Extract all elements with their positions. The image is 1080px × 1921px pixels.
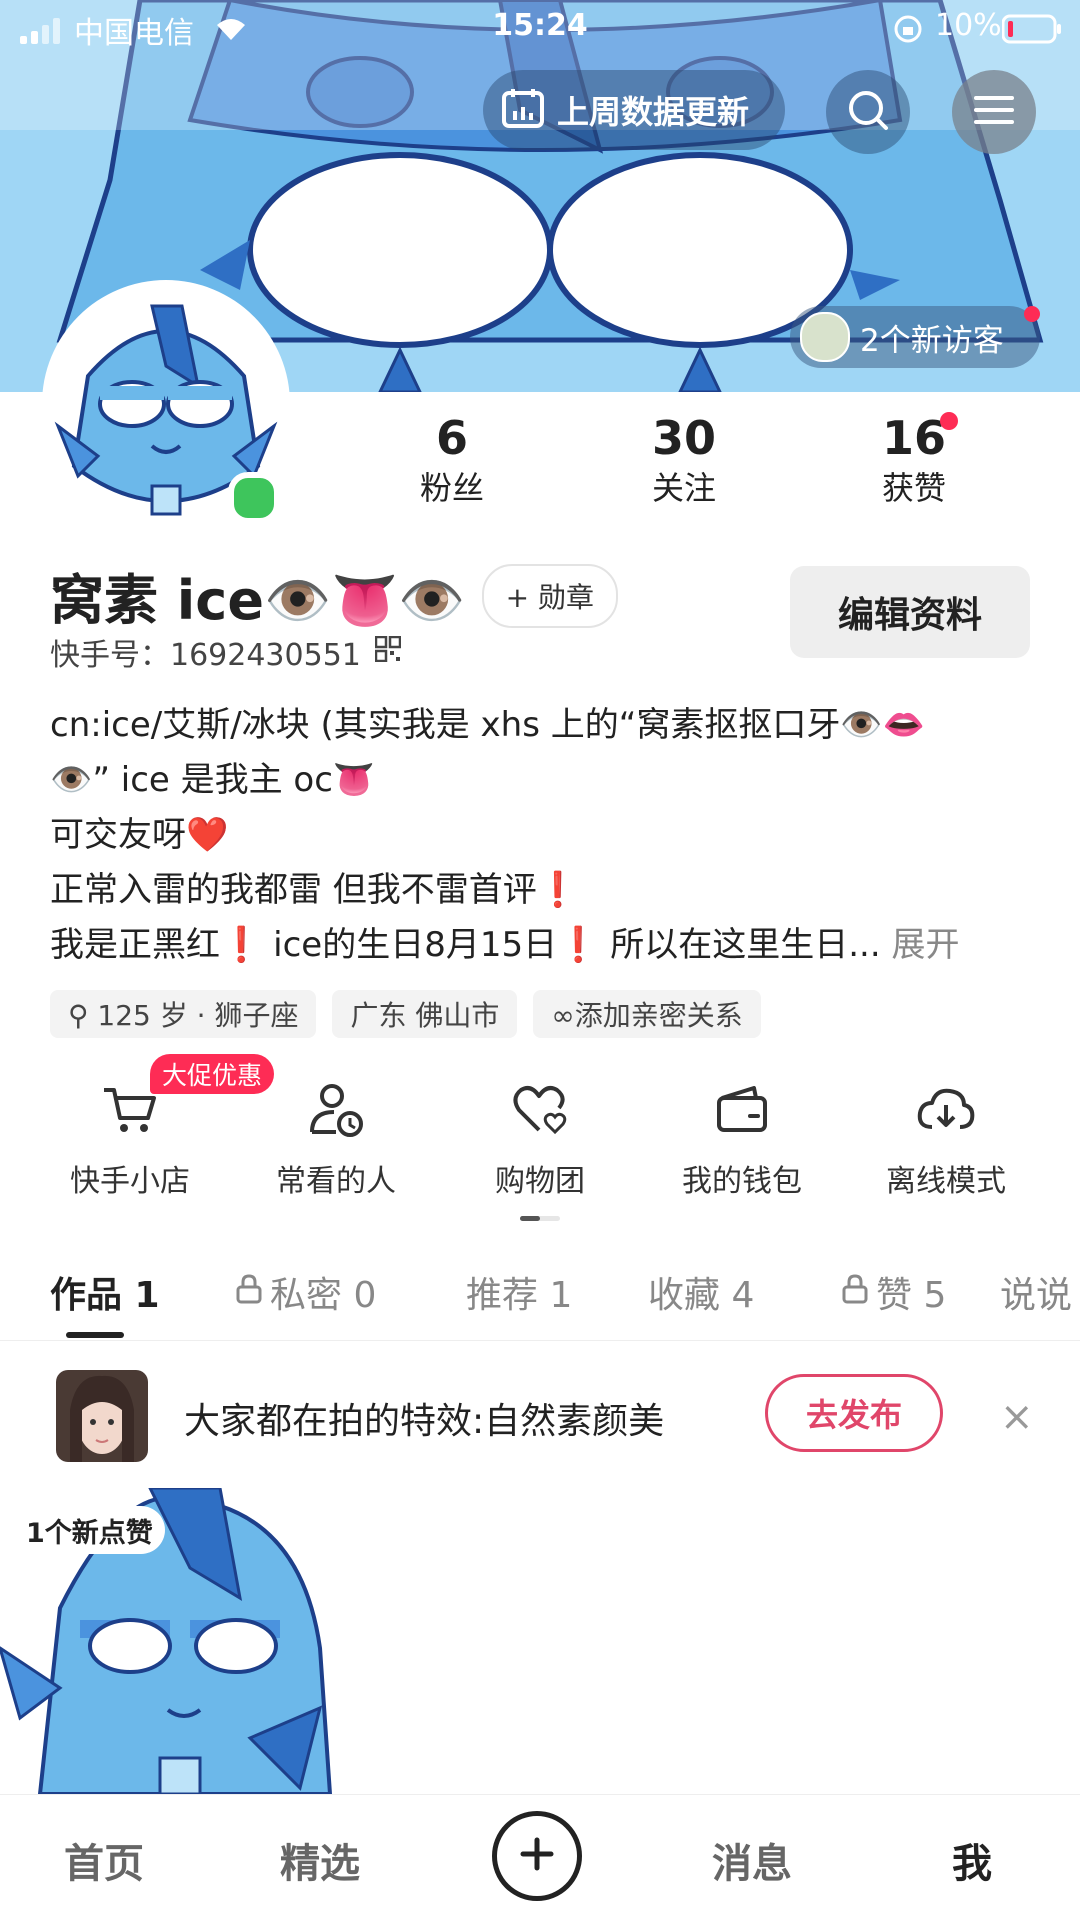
plus-icon: [517, 1834, 557, 1878]
bio[interactable]: cn:ice/艾斯/冰块 (其实我是 xhs 上的“窝素抠抠口牙👁️👄 👁️” …: [50, 698, 1040, 973]
visitor-avatar: [800, 312, 850, 362]
rotation-lock-icon: [893, 14, 923, 48]
close-banner-button[interactable]: ×: [1000, 1394, 1034, 1440]
nav-messages[interactable]: 消息: [712, 1831, 792, 1889]
bottom-navigation: 首页 精选 消息 我: [0, 1794, 1080, 1921]
publish-button[interactable]: 去发布: [765, 1374, 943, 1452]
lock-icon: [842, 1272, 868, 1313]
name-row: 窝素 ice👁️👅👁️ + 勋章: [50, 556, 619, 635]
qr-code-icon[interactable]: [374, 635, 402, 670]
kwai-id-row[interactable]: 快手号：1692430551: [50, 630, 402, 674]
calendar-icon: [501, 87, 545, 133]
edit-profile-button[interactable]: 编辑资料: [790, 566, 1030, 658]
new-visitors-button[interactable]: 2个新访客: [790, 306, 1040, 368]
hamburger-icon: [974, 94, 1014, 130]
weekly-data-label: 上周数据更新: [557, 93, 750, 131]
tab-private[interactable]: 私密 0: [236, 1266, 376, 1318]
active-tab-indicator: [66, 1332, 124, 1338]
weekly-data-button[interactable]: 上周数据更新: [483, 70, 785, 150]
shortcut-page-indicator: [520, 1206, 560, 1221]
shortcut-label: 常看的人: [276, 1164, 396, 1199]
badge-button[interactable]: + 勋章: [481, 563, 619, 628]
profile-tags: ⚲ 125 岁 · 狮子座 广东 佛山市 ∞添加亲密关系: [50, 990, 777, 1038]
bio-line: 👁️” ice 是我主 oc👅: [50, 760, 376, 800]
stat-following[interactable]: 30 关注: [594, 410, 774, 510]
bio-line: cn:ice/艾斯/冰块 (其实我是 xhs 上的“窝素抠抠口牙👁️👄: [50, 705, 926, 745]
bio-line: 正常入雷的我都雷 但我不雷首评❗: [50, 870, 580, 910]
effect-thumbnail[interactable]: [56, 1370, 148, 1462]
download-cloud-icon: [846, 1080, 1046, 1140]
stat-likes[interactable]: 16 获赞: [824, 410, 1004, 510]
battery-percent: 10%: [935, 8, 1002, 43]
shortcut-label: 我的钱包: [682, 1164, 802, 1199]
bio-line-last: 我是正黑红❗ ice的生日8月15日❗ 所以在这里生日... 展开: [50, 918, 1040, 973]
tab-recommend[interactable]: 推荐 1: [466, 1266, 572, 1318]
menu-button[interactable]: [952, 70, 1036, 154]
stat-following-count: 30: [651, 411, 716, 465]
wallet-icon: [642, 1080, 842, 1140]
kwai-id: 快手号：1692430551: [50, 638, 361, 673]
tab-liked[interactable]: 赞 5: [842, 1266, 946, 1318]
visitor-notification-dot: [1024, 306, 1040, 322]
effect-suggestion-text: 大家都在拍的特效:自然素颜美: [184, 1401, 665, 1442]
bio-line: 可交友呀❤️: [50, 815, 229, 855]
stat-likes-label: 获赞: [881, 469, 946, 507]
tab-moments[interactable]: 说说: [1000, 1266, 1072, 1318]
nav-home[interactable]: 首页: [64, 1831, 144, 1889]
battery-icon: [1001, 14, 1061, 44]
location-tag[interactable]: 广东 佛山市: [332, 990, 518, 1038]
age-zodiac-tag[interactable]: ⚲ 125 岁 · 狮子座: [50, 990, 317, 1038]
shortcut-label: 离线模式: [886, 1164, 1006, 1199]
content-tabs: 作品 1 私密 0 推荐 1 收藏 4 赞 5 说说: [0, 1240, 1080, 1341]
shortcut-shopping-group[interactable]: 购物团: [440, 1080, 640, 1200]
bio-line: 我是正黑红❗ ice的生日8月15日❗ 所以在这里生日...: [50, 925, 892, 965]
shortcut-label: 快手小店: [70, 1164, 190, 1199]
stat-fans-count: 6: [435, 411, 468, 465]
shortcut-kwai-shop[interactable]: 快手小店: [30, 1080, 230, 1200]
tab-favorites[interactable]: 收藏 4: [648, 1266, 754, 1318]
likes-notification-dot: [940, 412, 958, 430]
stat-likes-count: 16: [881, 411, 946, 465]
tab-works[interactable]: 作品 1: [50, 1266, 160, 1318]
nav-me[interactable]: 我: [952, 1831, 992, 1889]
shortcut-wallet[interactable]: 我的钱包: [642, 1080, 842, 1200]
shortcut-frequent-people[interactable]: 常看的人: [236, 1080, 436, 1200]
username: 窝素 ice👁️👅👁️: [50, 569, 466, 632]
tab-label: 赞 5: [876, 1275, 947, 1316]
shortcut-label: 购物团: [495, 1164, 585, 1199]
search-button[interactable]: [826, 70, 910, 154]
stat-following-label: 关注: [651, 469, 716, 507]
person-clock-icon: [236, 1080, 436, 1140]
bio-expand-link[interactable]: 展开: [891, 925, 959, 965]
nav-featured[interactable]: 精选: [280, 1831, 360, 1889]
lock-icon: [236, 1272, 262, 1313]
stat-fans-label: 粉丝: [419, 469, 484, 507]
add-relationship-tag[interactable]: ∞添加亲密关系: [533, 990, 761, 1038]
new-visitors-label: 2个新访客: [860, 322, 1004, 359]
tab-label: 私密 0: [270, 1275, 377, 1316]
create-button[interactable]: [492, 1811, 582, 1901]
shortcut-offline-mode[interactable]: 离线模式: [846, 1080, 1046, 1200]
online-status-dot: [228, 472, 280, 524]
search-icon: [846, 88, 890, 136]
new-like-badge: 1个新点赞: [14, 1506, 165, 1554]
heart-group-icon: [440, 1080, 640, 1140]
stat-fans[interactable]: 6 粉丝: [362, 410, 542, 510]
